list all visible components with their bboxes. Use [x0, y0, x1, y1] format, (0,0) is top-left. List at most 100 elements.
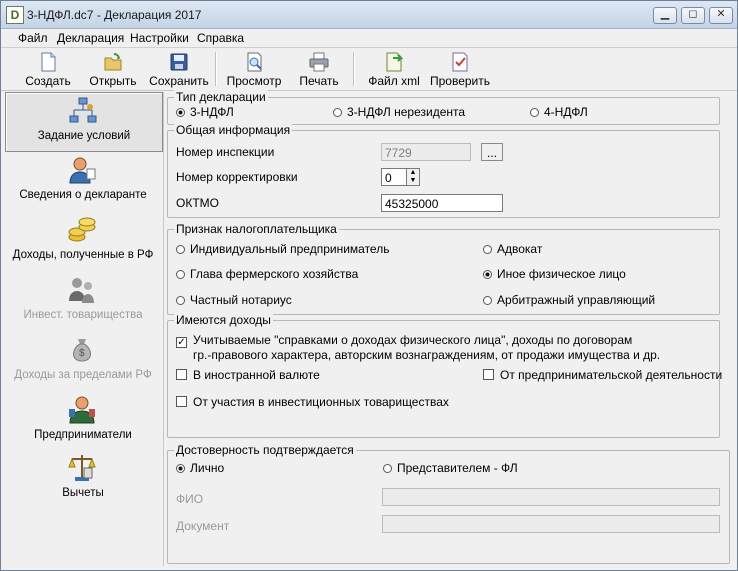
svg-text:$: $ [79, 348, 85, 359]
checkbox-box [176, 369, 187, 380]
xml-file-button[interactable]: Файл xml [363, 50, 425, 88]
sidebar-item-income-rf[interactable]: Доходы, полученные в РФ [5, 212, 161, 270]
sidebar-item-deductions[interactable]: Вычеты [5, 450, 161, 508]
radio-label: Глава фермерского хозяйства [190, 267, 359, 281]
radio-arbitration-manager[interactable]: Арбитражный управляющий [483, 293, 655, 307]
sidebar-item-label: Вычеты [62, 487, 104, 499]
checkbox-box [483, 369, 494, 380]
fio-field[interactable] [382, 488, 720, 506]
confirmation-group: Достоверность подтверждается Лично Предс… [167, 443, 730, 564]
radio-other-individual[interactable]: Иное физическое лицо [483, 267, 626, 281]
inspection-browse-button[interactable]: ... [481, 143, 503, 161]
sidebar-item-label: Предприниматели [34, 429, 132, 441]
menu-file[interactable]: Файл [18, 31, 48, 45]
correction-label: Номер корректировки [176, 170, 298, 184]
sidebar-divider [163, 92, 164, 566]
partners-icon [69, 278, 94, 303]
toolbar-separator [215, 52, 217, 86]
checkbox-entrepreneur-activity[interactable]: От предпринимательской деятельности [483, 368, 722, 382]
radio-farm-head[interactable]: Глава фермерского хозяйства [176, 267, 358, 281]
checkbox-investment-partnerships[interactable]: От участия в инвестиционных товарищества… [176, 395, 449, 409]
oktmo-field[interactable]: 45325000 [381, 194, 503, 212]
spin-down-icon[interactable]: ▼ [407, 177, 419, 185]
radio-ndfl3[interactable]: 3-НДФЛ [176, 105, 234, 119]
minimize-button[interactable]: ▁ [653, 7, 677, 24]
xml-export-icon [386, 52, 404, 72]
menu-declaration[interactable]: Декларация [57, 31, 124, 45]
radio-ndfl4[interactable]: 4-НДФЛ [530, 105, 588, 119]
menu-help[interactable]: Справка [197, 31, 244, 45]
new-document-icon [41, 52, 56, 72]
sidebar-item-foreign-income[interactable]: $ Доходы за пределами РФ [5, 332, 161, 390]
maximize-button[interactable]: ◻ [681, 7, 705, 24]
print-button[interactable]: Печать [294, 50, 344, 88]
radio-label: Частный нотариус [190, 293, 292, 307]
radio-indicator-icon [176, 245, 185, 254]
open-button[interactable]: Открыть [84, 50, 142, 88]
sidebar: Задание условий Сведения о декларанте До… [5, 92, 163, 566]
sidebar-item-entrepreneurs[interactable]: Предприниматели [5, 392, 161, 450]
restore-icon: ◻ [688, 8, 698, 20]
checkbox-box [176, 396, 187, 407]
checkbox-label: В иностранной валюте [193, 368, 320, 382]
radio-indicator-icon [176, 296, 185, 305]
radio-indicator-icon [333, 108, 342, 117]
window-title: 3-НДФЛ.dc7 - Декларация 2017 [27, 8, 202, 22]
sidebar-item-conditions[interactable]: Задание условий [5, 92, 163, 152]
correction-spinner[interactable]: ▲ ▼ [407, 168, 420, 186]
coins-icon [68, 217, 96, 242]
radio-label: Представителем - ФЛ [397, 461, 518, 475]
radio-label: Арбитражный управляющий [497, 293, 656, 307]
radio-indicator-icon [483, 270, 492, 279]
fio-label: ФИО [176, 492, 204, 506]
printer-icon [309, 52, 329, 72]
radio-label: Лично [190, 461, 225, 475]
check-label: Проверить [429, 74, 490, 88]
money-bag-icon: $ [73, 339, 91, 362]
print-label: Печать [299, 74, 339, 88]
correction-field[interactable]: 0 [381, 168, 407, 186]
document-label: Документ [176, 519, 230, 533]
close-button[interactable]: ✕ [709, 7, 733, 24]
checkbox-label: От предпринимательской деятельности [500, 368, 723, 382]
spin-up-icon[interactable]: ▲ [407, 169, 419, 177]
radio-indicator-icon [383, 464, 392, 473]
check-document-icon [452, 52, 468, 72]
radio-personally[interactable]: Лично [176, 461, 224, 475]
radio-indicator-icon [176, 464, 185, 473]
sidebar-item-label: Задание условий [37, 130, 131, 142]
radio-notary[interactable]: Частный нотариус [176, 293, 292, 307]
check-button[interactable]: Проверить [429, 50, 491, 88]
radio-indicator-icon [483, 245, 492, 254]
sidebar-item-label: Сведения о декларанте [19, 189, 147, 201]
open-folder-icon [104, 53, 122, 71]
sidebar-item-declarant[interactable]: Сведения о декларанте [5, 152, 161, 210]
open-label: Открыть [89, 74, 137, 88]
menu-settings[interactable]: Настройки [130, 31, 189, 45]
sidebar-item-invest[interactable]: Инвест. товарищества [5, 272, 161, 330]
radio-label: 3-НДФЛ [190, 105, 234, 119]
sidebar-item-label: Доходы за пределами РФ [14, 369, 152, 381]
radio-individual-entrepreneur[interactable]: Индивидуальный предприниматель [176, 242, 389, 256]
radio-ndfl3-nonresident[interactable]: 3-НДФЛ нерезидента [333, 105, 465, 119]
radio-lawyer[interactable]: Адвокат [483, 242, 542, 256]
person-icon [69, 157, 96, 184]
document-field[interactable] [382, 515, 720, 533]
create-button[interactable]: Создать [19, 50, 77, 88]
checkbox-certificate-income[interactable]: ✓ Учитываемые "справками о доходах физиче… [176, 333, 633, 348]
preview-button[interactable]: Просмотр [223, 50, 285, 88]
save-button[interactable]: Сохранить [149, 50, 209, 88]
group-title: Тип декларации [174, 90, 268, 104]
checkbox-foreign-currency[interactable]: В иностранной валюте [176, 368, 320, 382]
group-title: Имеются доходы [174, 313, 273, 327]
app-icon: D [6, 6, 24, 24]
title-bar: D 3-НДФЛ.dc7 - Декларация 2017 ▁ ◻ ✕ [1, 1, 737, 29]
checkbox-label: Учитываемые "справками о доходах физичес… [193, 333, 633, 347]
radio-representative[interactable]: Представителем - ФЛ [383, 461, 518, 475]
xml-file-label: Файл xml [368, 74, 420, 88]
taxpayer-group: Признак налогоплательщика Индивидуальный… [167, 222, 720, 315]
inspection-field[interactable]: 7729 [381, 143, 471, 161]
sidebar-item-label: Доходы, полученные в РФ [12, 249, 154, 261]
checkbox-label-continued: гр.-правового характера, авторским возна… [193, 348, 661, 362]
radio-indicator-icon [176, 108, 185, 117]
